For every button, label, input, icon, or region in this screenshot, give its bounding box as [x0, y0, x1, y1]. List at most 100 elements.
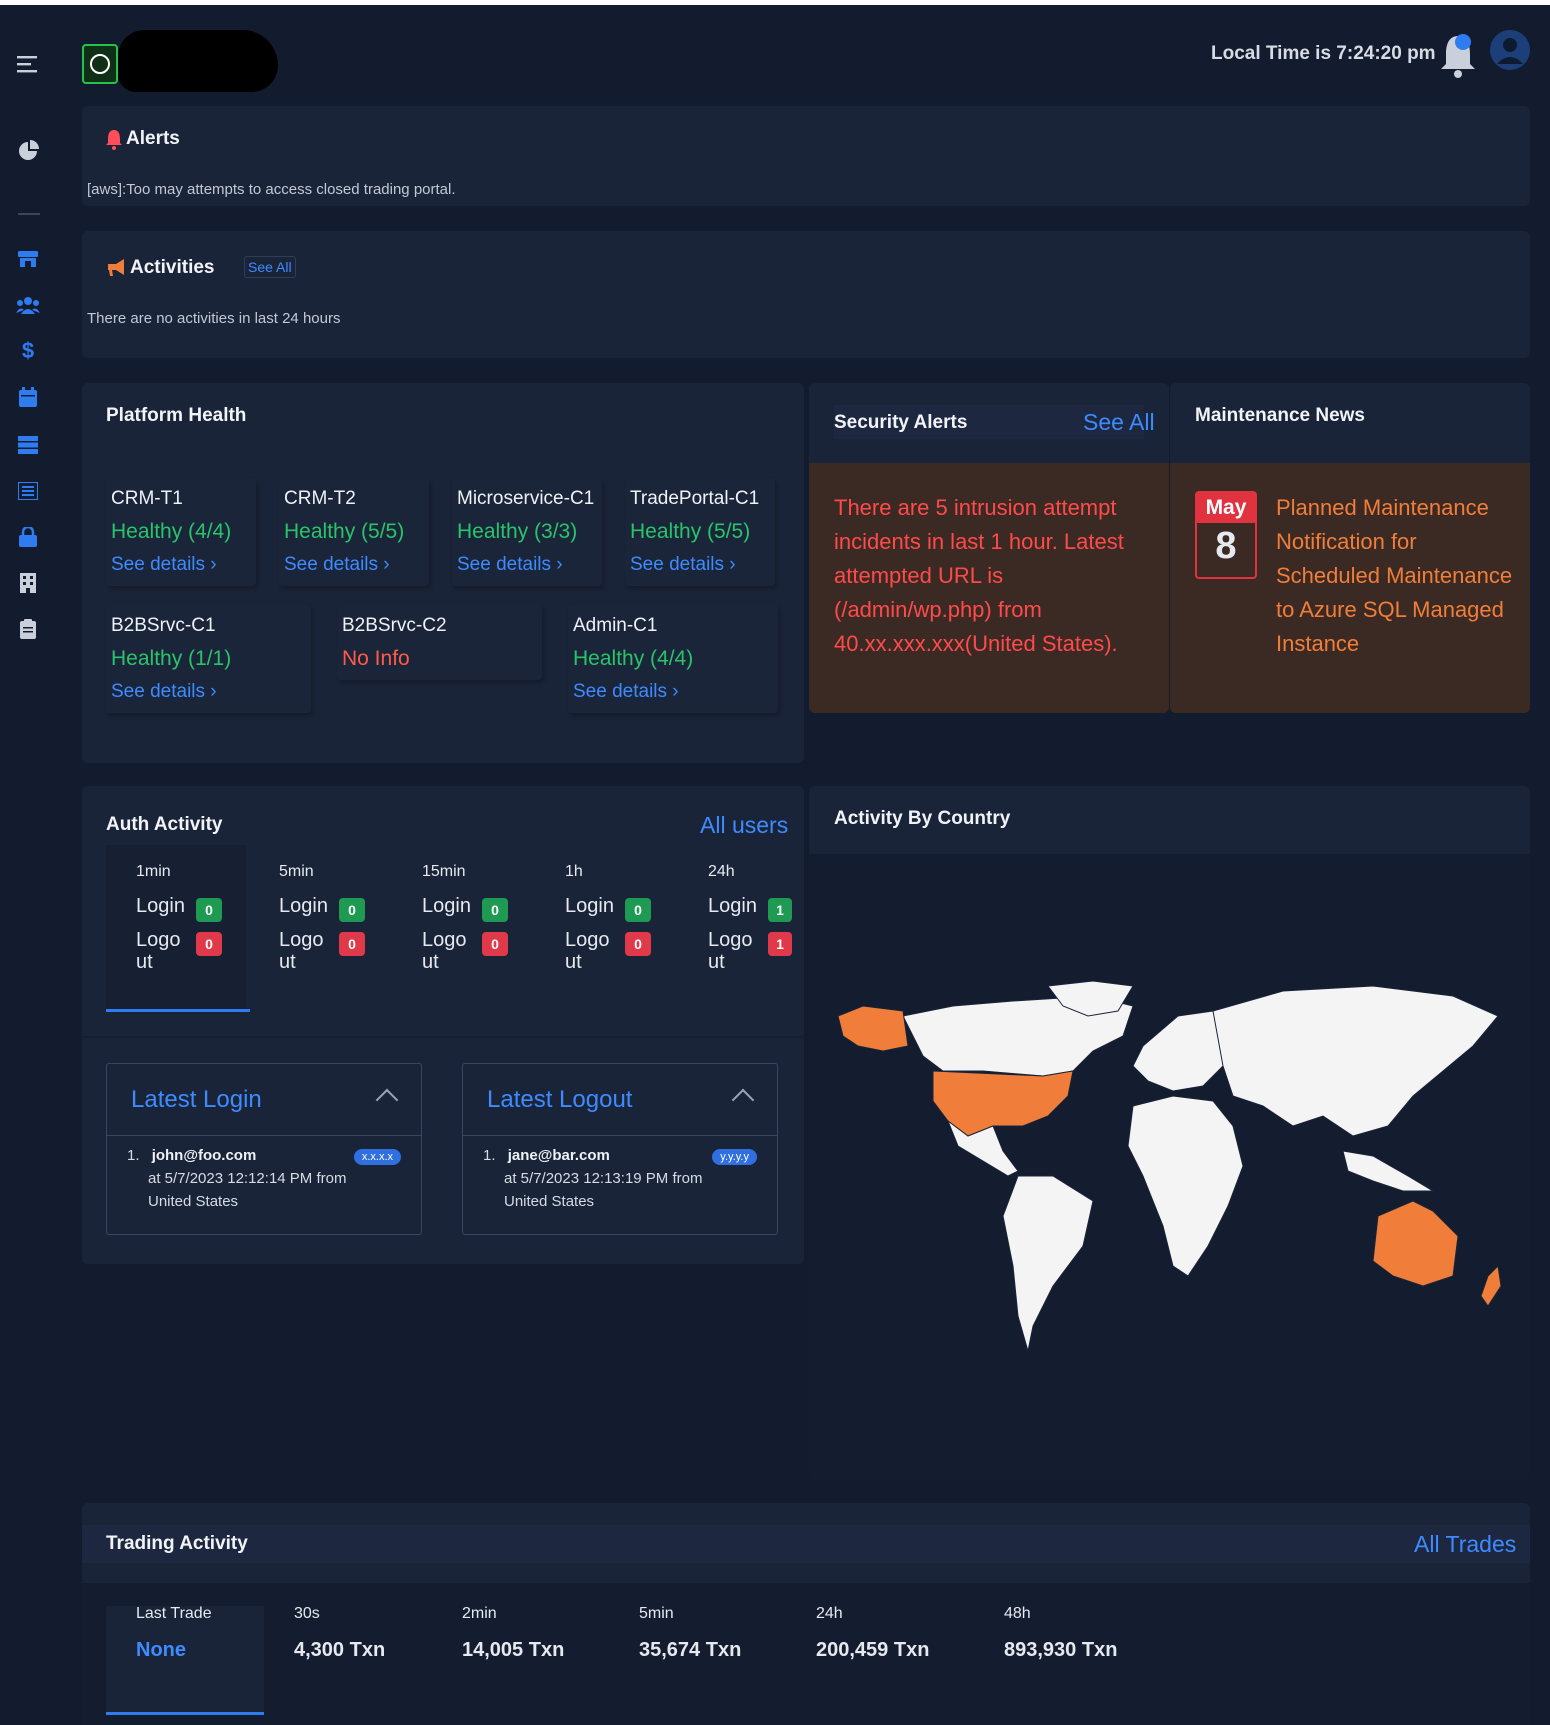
ip-badge: x.x.x.x [353, 1149, 401, 1165]
auth-period-15min[interactable]: 15min Login 0 Logo ut 0 [392, 845, 532, 1010]
platform-health-card: Platform Health CRM-T1 Healthy (4/4) See… [82, 383, 804, 763]
sidebar-divider [18, 213, 40, 215]
users-icon[interactable] [16, 293, 40, 317]
security-alerts-title: Security Alerts [834, 412, 968, 433]
logout-count-badge: 0 [339, 932, 365, 956]
trade-period-label: 30s [294, 1605, 320, 1622]
logout-count-badge: 1 [768, 932, 792, 956]
trade-period-30s[interactable]: 30s 4,300 Txn [294, 1605, 385, 1662]
trade-period-label: 5min [639, 1605, 674, 1622]
trade-period-2min[interactable]: 2min 14,005 Txn [462, 1605, 564, 1662]
login-count-badge: 0 [339, 898, 365, 922]
service-status: Healthy (4/4) [111, 520, 232, 543]
trade-period-value: 893,930 Txn [1004, 1639, 1118, 1661]
latest-logout-panel: Latest Logout 1. jane@bar.com at 5/7/202… [462, 1063, 778, 1235]
world-map[interactable] [833, 976, 1513, 1376]
chevron-up-icon[interactable] [375, 1088, 399, 1112]
building-icon[interactable] [16, 571, 40, 595]
auth-activity-title: Auth Activity [106, 814, 223, 835]
see-details-link[interactable]: See details › [284, 554, 390, 576]
security-alerts-see-all-link[interactable]: See All [1083, 409, 1155, 436]
auth-period-label: 5min [279, 863, 314, 880]
entry-index: 1. [127, 1147, 140, 1164]
activity-by-country-title: Activity By Country [834, 808, 1011, 829]
service-status: Healthy (1/1) [111, 647, 232, 670]
server-icon[interactable] [16, 433, 40, 457]
see-details-link[interactable]: See details › [111, 681, 217, 703]
see-details-link[interactable]: See details › [111, 554, 217, 576]
alerts-card: Alerts [aws]:Too may attempts to access … [82, 106, 1530, 206]
trade-period-last-trade[interactable]: Last Trade None [136, 1605, 212, 1662]
service-card-crm-t2: CRM-T2 Healthy (5/5) See details › [279, 478, 429, 586]
latest-login-entry: 1. john@foo.com at 5/7/2023 12:12:14 PM … [127, 1144, 346, 1213]
logout-label-part1: Logo [565, 929, 610, 951]
trade-period-label: 24h [816, 1605, 843, 1622]
entry-time: at 5/7/2023 12:12:14 PM from [148, 1170, 347, 1187]
login-count-badge: 0 [482, 898, 508, 922]
trade-period-5min[interactable]: 5min 35,674 Txn [639, 1605, 741, 1662]
map-region-alaska [837, 1005, 909, 1052]
trading-activity-title: Trading Activity [106, 1533, 248, 1554]
all-trades-link[interactable]: All Trades [1414, 1531, 1516, 1558]
ip-badge: y.y.y.y [712, 1149, 757, 1165]
trade-period-value: 4,300 Txn [294, 1639, 386, 1661]
service-name: B2BSrvc-C1 [111, 615, 216, 636]
latest-login-header[interactable]: Latest Login [107, 1064, 421, 1136]
service-name: TradePortal-C1 [630, 488, 760, 509]
maintenance-news-box: May 8 Planned Maintenance Notification f… [1170, 463, 1530, 713]
all-users-link[interactable]: All users [700, 812, 788, 839]
auth-period-label: 1h [565, 863, 583, 880]
logout-label-part2: ut [136, 951, 153, 973]
see-details-link[interactable]: See details › [630, 554, 736, 576]
list-icon[interactable] [16, 479, 40, 503]
maintenance-news-card: Maintenance News May 8 Planned Maintenan… [1170, 383, 1530, 713]
dollar-icon[interactable]: $ [16, 338, 40, 363]
chevron-up-icon[interactable] [731, 1088, 755, 1112]
brand-logo[interactable] [82, 44, 118, 84]
menu-icon[interactable] [16, 52, 40, 76]
entry-user: jane@bar.com [507, 1147, 610, 1164]
service-name: Admin-C1 [573, 615, 658, 636]
auth-period-1h[interactable]: 1h Login 0 Logo ut 0 [535, 845, 675, 1010]
latest-login-title: Latest Login [131, 1086, 262, 1113]
user-avatar-icon[interactable] [1490, 28, 1530, 72]
service-name: B2BSrvc-C2 [342, 615, 447, 636]
see-details-link[interactable]: See details › [457, 554, 563, 576]
auth-period-1min[interactable]: 1min Login 0 Logo ut 0 [106, 845, 250, 1012]
entry-location: United States [504, 1193, 595, 1210]
top-border [0, 0, 1550, 5]
alert-message: [aws]:Too may attempts to access closed … [87, 181, 456, 198]
map-region-new-zealand [1480, 1264, 1502, 1307]
clipboard-icon[interactable] [16, 617, 40, 641]
login-label: Login [565, 895, 614, 917]
logout-label-part2: ut [565, 951, 582, 973]
auth-period-5min[interactable]: 5min Login 0 Logo ut 0 [249, 845, 389, 1010]
login-count-badge: 0 [625, 898, 651, 922]
service-card-admin-c1: Admin-C1 Healthy (4/4) See details › [568, 605, 778, 713]
trade-period-value: 14,005 Txn [462, 1639, 565, 1661]
see-details-link[interactable]: See details › [573, 681, 679, 703]
activities-message: There are no activities in last 24 hours [87, 310, 341, 327]
activity-by-country-card: Activity By Country [809, 786, 1530, 1480]
bell-icon[interactable] [1438, 30, 1478, 78]
trade-period-label: Last Trade [136, 1605, 212, 1622]
auth-period-24h[interactable]: 24h Login 1 Logo ut 1 [678, 845, 818, 1010]
entry-location: United States [148, 1193, 239, 1210]
trading-activity-header [82, 1525, 1530, 1563]
store-icon[interactable] [16, 247, 40, 271]
trade-period-value: 200,459 Txn [816, 1639, 930, 1661]
pie-chart-icon[interactable] [16, 139, 40, 163]
trade-period-48h[interactable]: 48h 893,930 Txn [1004, 1605, 1117, 1662]
lock-icon[interactable] [16, 525, 40, 549]
auth-divider [82, 1036, 804, 1038]
activities-see-all-link[interactable]: See All [244, 256, 296, 278]
security-alerts-card: Security Alerts See All There are 5 intr… [809, 383, 1169, 713]
login-label: Login [422, 895, 471, 917]
latest-logout-header[interactable]: Latest Logout [463, 1064, 777, 1136]
trade-period-24h[interactable]: 24h 200,459 Txn [816, 1605, 929, 1662]
sidebar: $ [0, 5, 58, 1725]
calendar-icon[interactable] [16, 385, 40, 409]
service-card-b2bsrvc-c2: B2BSrvc-C2 No Info [337, 605, 542, 680]
service-status: Healthy (3/3) [457, 520, 578, 543]
calendar-month: May [1197, 493, 1255, 523]
